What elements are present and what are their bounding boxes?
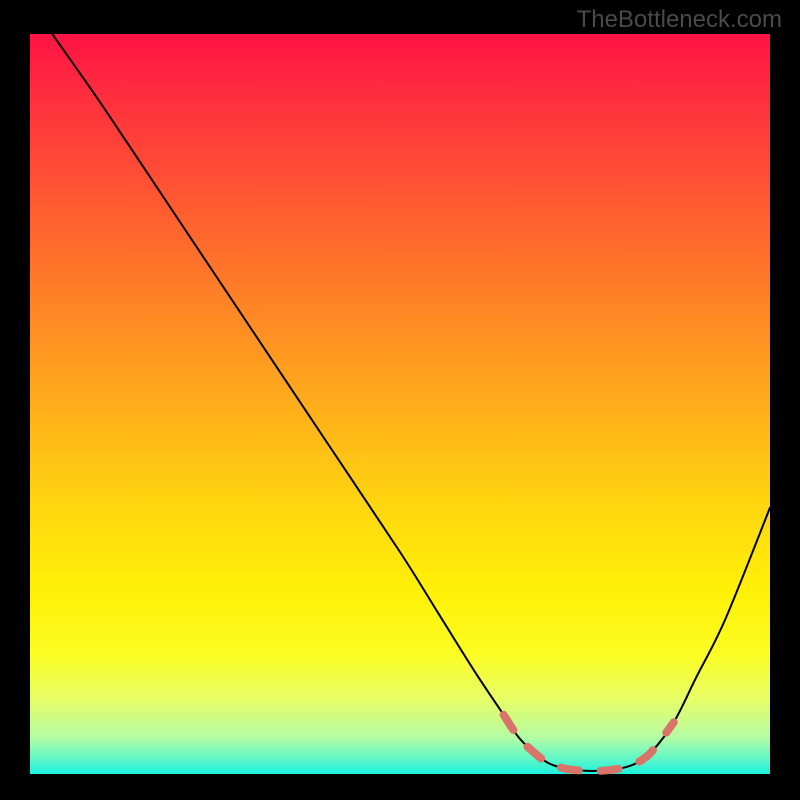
chart-container: TheBottleneck.com [0, 0, 800, 800]
plot-area [30, 34, 770, 774]
black-curve-path [52, 34, 770, 771]
curve-svg [30, 34, 770, 774]
watermark-text: TheBottleneck.com [577, 6, 782, 34]
red-dotted-trough-path [504, 715, 674, 771]
